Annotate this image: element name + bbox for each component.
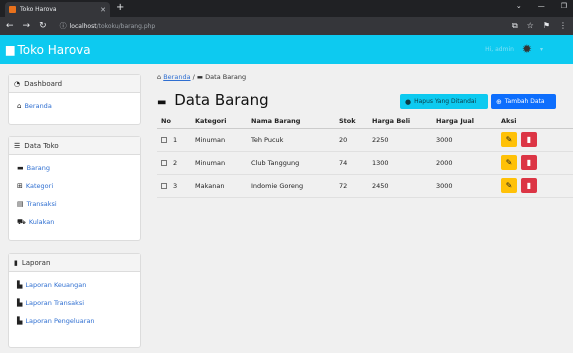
home-icon: ⌂ [17,102,22,110]
gear-icon[interactable]: ✹ [522,42,532,56]
delete-button[interactable]: ▮ [521,155,537,170]
url-path: /tokoku/barang.php [96,22,156,30]
maximize-icon[interactable]: ❐ [561,2,567,10]
breadcrumb-current: Data Barang [205,73,247,81]
trash-icon: ▮ [526,158,532,167]
box-icon: ▬ [196,73,204,81]
sidebar-item-kulakan[interactable]: ⛟ Kulakan [17,213,132,231]
delete-selected-button[interactable]: ● Hapus Yang Ditandai [400,94,488,109]
file-icon: ▮ [14,258,18,267]
pencil-icon: ✎ [505,181,513,190]
pencil-icon: ✎ [505,158,513,167]
cash-register-icon: ▤ [17,200,24,208]
window-controls: ⌄ — ❐ [516,2,567,10]
card-header-laporan: ▮ Laporan [9,254,140,272]
col-header-kategori: Kategori [191,114,247,129]
card-header-dashboard: ◔ Dashboard [9,75,140,93]
report-icon: ▙ [17,299,23,307]
plus-circle-icon: ⊕ [496,97,502,106]
delete-button[interactable]: ▮ [521,178,537,193]
row-checkbox[interactable] [161,182,167,189]
col-header-harga-beli: Harga Beli [368,114,432,129]
sidebar-item-kategori[interactable]: ⊞ Kategori [17,177,132,195]
minimize-icon[interactable]: — [538,2,545,10]
table-row: 2 Minuman Club Tanggung 74 1300 2000 ✎ ▮ [157,151,573,175]
sidebar-card-dashboard: ◔ Dashboard ⌂ Beranda [8,74,141,125]
sitemap-icon: ⊞ [17,182,23,190]
row-checkbox[interactable] [161,136,167,143]
breadcrumb: ⌂ Beranda / ▬ Data Barang [157,73,247,81]
edit-button[interactable]: ✎ [501,178,517,193]
favicon-icon [9,6,16,13]
user-name: Hi, admin [485,45,514,53]
trash-icon: ▮ [526,135,532,144]
report-icon: ▙ [17,317,23,325]
chevron-down-icon[interactable]: ⌄ [516,2,522,10]
card-header-data-toko: ☰ Data Toko [9,137,140,155]
col-header-aksi: Aksi [497,114,573,129]
table-row: 1 Minuman Teh Pucuk 20 2250 3000 ✎ ▮ [157,128,573,152]
url-host: localhost [69,22,97,30]
caret-down-icon[interactable]: ▾ [540,46,543,53]
url-input[interactable]: ⓘ localhost /tokoku/barang.php [56,20,504,32]
home-icon: ⌂ [157,73,162,81]
col-header-stok: Stok [335,114,368,129]
address-bar: ← → ↻ ⓘ localhost /tokoku/barang.php ⧉ ☆… [0,17,573,35]
dashboard-icon: ◔ [14,79,21,88]
sidebar-item-transaksi[interactable]: ▤ Transaksi [17,195,132,213]
user-menu[interactable]: Hi, admin ✹ ▾ [485,42,543,56]
row-checkbox[interactable] [161,159,167,166]
sidebar-item-laporan-pengeluaran[interactable]: ▙ Laporan Pengeluaran [17,312,132,330]
sidebar-item-laporan-transaksi[interactable]: ▙ Laporan Transaksi [17,294,132,312]
sidebar-item-beranda[interactable]: ⌂ Beranda [17,97,132,115]
col-header-no: No [157,114,191,129]
share-icon[interactable]: ⧉ [512,21,518,31]
table-row: 3 Makanan Indomie Goreng 72 2450 3000 ✎ ▮ [157,174,573,198]
box-icon: ▬ [157,97,167,108]
database-icon: ☰ [14,141,21,150]
table-header-row: No Kategori Nama Barang Stok Harga Beli … [157,114,573,129]
breadcrumb-beranda[interactable]: Beranda [163,73,190,81]
browser-toolbar: ⧉ ☆ ⚑ ⋮ [512,21,567,31]
back-icon[interactable]: ← [6,21,14,31]
delete-button[interactable]: ▮ [521,132,537,147]
edit-button[interactable]: ✎ [501,132,517,147]
brand-title[interactable]: Toko Harova [17,43,90,57]
col-header-nama: Nama Barang [247,114,335,129]
browser-tab-bar: Toko Harova ✕ + ⌄ — ❐ [0,0,573,17]
menu-icon[interactable]: ⋮ [559,21,567,31]
sidebar-item-barang[interactable]: ▬ Barang [17,159,132,177]
new-tab-icon[interactable]: + [116,2,124,14]
report-icon: ▙ [17,281,23,289]
barang-table: No Kategori Nama Barang Stok Harga Beli … [157,114,573,198]
truck-icon: ⛟ [17,217,26,226]
forward-icon[interactable]: → [23,21,31,31]
sidebar-card-data-toko: ☰ Data Toko ▬ Barang ⊞ Kategori ▤ Transa… [8,136,141,241]
extensions-icon[interactable]: ⚑ [543,21,550,31]
page-title: ▬ Data Barang [157,91,269,109]
add-data-button[interactable]: ⊕ Tambah Data [491,94,556,109]
close-tab-icon[interactable]: ✕ [100,6,106,14]
box-icon: ▬ [17,164,24,172]
reload-icon[interactable]: ↻ [39,21,47,31]
app-navbar: ▆ Toko Harova Hi, admin ✹ ▾ [0,35,573,64]
edit-button[interactable]: ✎ [501,155,517,170]
col-header-harga-jual: Harga Jual [432,114,497,129]
trash-icon: ▮ [526,181,532,190]
trash-circle-icon: ● [405,97,412,106]
sidebar-item-laporan-keuangan[interactable]: ▙ Laporan Keuangan [17,276,132,294]
star-icon[interactable]: ☆ [527,21,534,31]
store-icon: ▆ [6,43,15,56]
browser-tab[interactable]: Toko Harova ✕ [5,2,110,17]
info-icon[interactable]: ⓘ [60,21,67,31]
tab-title: Toko Harova [20,6,57,13]
sidebar-card-laporan: ▮ Laporan ▙ Laporan Keuangan ▙ Laporan T… [8,253,141,348]
pencil-icon: ✎ [505,135,513,144]
